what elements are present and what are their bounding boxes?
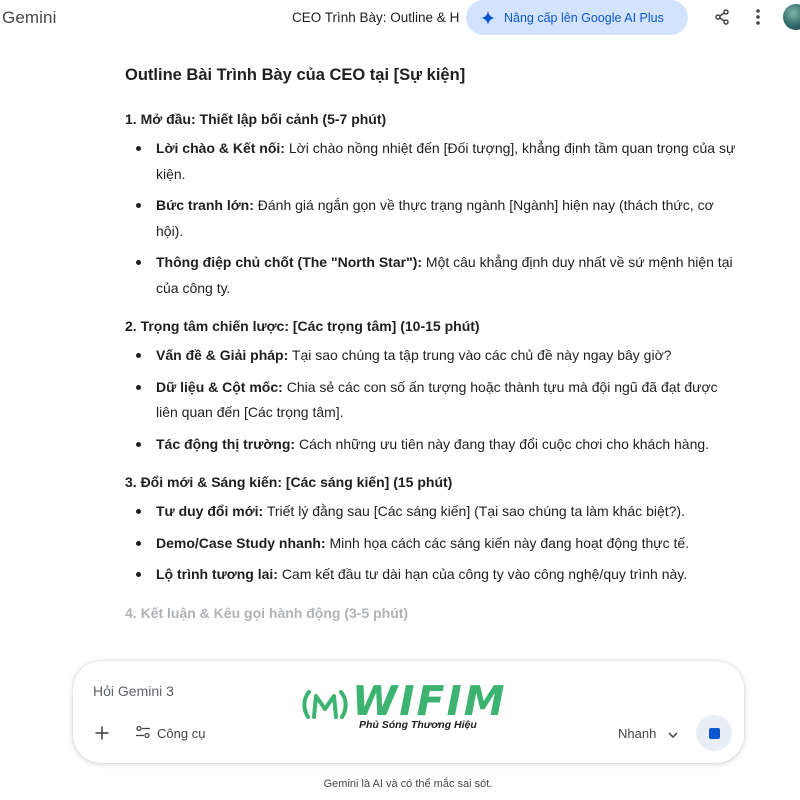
list-item: Demo/Case Study nhanh: Minh họa cách các… [125, 531, 740, 557]
bullet-term: Lời chào & Kết nối: [156, 140, 285, 156]
wifi-m-icon [302, 690, 348, 719]
section-strategy: 2. Trọng tâm chiến lược: [Các trọng tâm]… [125, 315, 740, 457]
section-innovation: 3. Đổi mới & Sáng kiến: [Các sáng kiến] … [125, 471, 740, 588]
plus-icon[interactable] [93, 724, 111, 742]
avatar[interactable] [783, 4, 800, 30]
list-item: Lộ trình tương lai: Cam kết đầu tư dài h… [125, 562, 740, 588]
share-icon[interactable] [712, 7, 732, 27]
watermark-logo: WIFIM Phủ Sóng Thương Hiệu [302, 677, 505, 731]
section-heading: 3. Đổi mới & Sáng kiến: [Các sáng kiến] … [125, 474, 453, 490]
upgrade-label: Nâng cấp lên Google AI Plus [504, 10, 664, 25]
stop-button[interactable] [696, 715, 732, 751]
model-label: Nhanh [618, 725, 657, 741]
list-item: Tư duy đổi mới: Triết lý đằng sau [Các s… [125, 499, 740, 525]
bullet-term: Vấn đề & Giải pháp: [156, 347, 289, 363]
bullet-text: Cam kết đầu tư dài hạn của công ty vào c… [277, 566, 688, 582]
list-item: Bức tranh lớn: Đánh giá ngắn gọn về thực… [125, 193, 740, 244]
list-item: Thông điệp chủ chốt (The "North Star"): … [125, 250, 740, 301]
model-selector[interactable]: Nhanh [618, 724, 678, 742]
list-item: Dữ liệu & Cột mốc: Chia sẻ các con số ấn… [125, 375, 740, 426]
list-item: Lời chào & Kết nối: Lời chào nồng nhiệt … [125, 136, 740, 187]
conversation-title[interactable]: CEO Trình Bày: Outline & H [292, 10, 470, 25]
more-vert-icon[interactable] [750, 7, 766, 27]
bullet-term: Thông điệp chủ chốt (The "North Star"): [156, 254, 423, 270]
bullet-term: Dữ liệu & Cột mốc: [156, 378, 283, 395]
bullet-text: Cách những ưu tiên này đang thay đổi cuộ… [295, 435, 710, 452]
footer-disclaimer: Gemini là AI và có thể mắc sai sót. [323, 778, 493, 790]
bullet-term: Tác động thị trường: [156, 435, 296, 452]
bullet-text: Triết lý đằng sau [Các sáng kiến] (Tại s… [263, 503, 685, 519]
tools-label: Công cụ [157, 725, 206, 741]
tools-sliders-icon [135, 725, 151, 742]
response-content: Outline Bài Trình Bày của CEO tại [Sự ki… [125, 62, 740, 638]
bullet-term: Lộ trình tương lai: [156, 566, 278, 582]
bullet-text: Tại sao chúng ta tập trung vào các chủ đ… [288, 347, 672, 363]
list-item: Tác động thị trường: Cách những ưu tiên … [125, 432, 740, 458]
sparkle-icon [480, 10, 496, 26]
bullet-term: Tư duy đổi mới: [156, 503, 264, 519]
section-heading: 1. Mở đầu: Thiết lập bối cảnh (5-7 phút) [125, 111, 387, 127]
bullet-list: Lời chào & Kết nối: Lời chào nồng nhiệt … [125, 136, 740, 301]
tools-button[interactable]: Công cụ [135, 723, 205, 743]
bullet-text: Minh họa cách các sáng kiến này đang hoạ… [325, 534, 690, 551]
bullet-list: Tư duy đổi mới: Triết lý đằng sau [Các s… [125, 499, 740, 588]
list-item: Vấn đề & Giải pháp: Tại sao chúng ta tập… [125, 343, 740, 369]
bullet-term: Bức tranh lớn: [156, 197, 254, 213]
brand-logo[interactable]: Gemini [2, 8, 56, 28]
chevron-down-icon [668, 726, 678, 741]
section-heading: 2. Trọng tâm chiến lược: [Các trọng tâm]… [125, 318, 480, 334]
top-bar: Gemini CEO Trình Bày: Outline & H Nâng c… [0, 0, 800, 36]
section-opening: 1. Mở đầu: Thiết lập bối cảnh (5-7 phút)… [125, 108, 740, 301]
document-title: Outline Bài Trình Bày của CEO tại [Sự ki… [125, 66, 466, 84]
stop-icon [708, 727, 720, 739]
upgrade-button[interactable]: Nâng cấp lên Google AI Plus [466, 0, 688, 35]
watermark-tagline: Phủ Sóng Thương Hiệu [359, 719, 477, 731]
bullet-term: Demo/Case Study nhanh: [156, 534, 326, 551]
bullet-list: Vấn đề & Giải pháp: Tại sao chúng ta tập… [125, 343, 740, 457]
watermark-name: WIFIM [352, 677, 507, 725]
